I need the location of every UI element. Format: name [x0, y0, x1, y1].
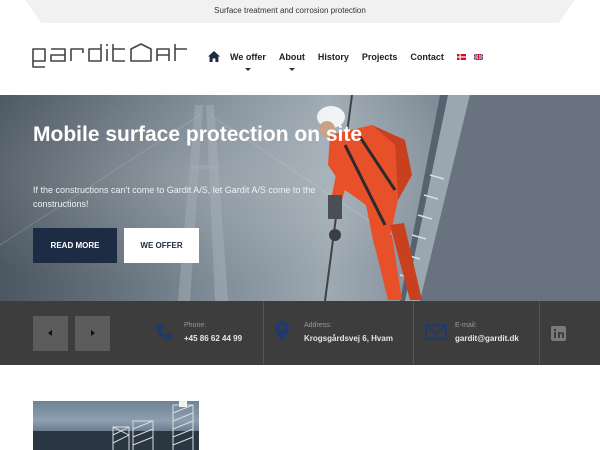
- phone-label: Phone:: [184, 322, 207, 329]
- contact-info-bar: Phone: +45 86 62 44 99 Address: Krogsgår…: [0, 301, 600, 365]
- map-pin-icon: [275, 321, 289, 341]
- top-bar: Surface treatment and corrosion protecti…: [0, 0, 600, 23]
- hero-title: Mobile surface protection on site: [33, 123, 363, 146]
- divider: [263, 301, 264, 365]
- phone-icon: [156, 324, 172, 340]
- chevron-down-icon: [288, 68, 295, 71]
- crane-photo: [33, 401, 199, 450]
- main-nav: We offer About History Projects Contact: [208, 51, 491, 72]
- envelope-icon: [425, 324, 447, 340]
- hero-subtitle: If the constructions can't come to Gardi…: [33, 185, 316, 209]
- slider-prev-button[interactable]: [33, 316, 68, 351]
- nav-projects[interactable]: Projects: [362, 52, 398, 62]
- address-label: Address:: [304, 322, 332, 329]
- nav-about[interactable]: About: [278, 52, 305, 71]
- arrow-left-icon: [48, 330, 52, 336]
- read-more-button[interactable]: READ MORE: [33, 228, 117, 263]
- nav-we-offer[interactable]: We offer: [230, 52, 266, 71]
- flag-uk-icon[interactable]: [473, 54, 483, 60]
- arrow-right-icon: [91, 330, 95, 336]
- nav-label: Contact: [410, 52, 444, 62]
- email-label: E-mail:: [455, 322, 477, 329]
- project-image[interactable]: [33, 401, 199, 450]
- nav-label: History: [317, 52, 349, 62]
- nav-history[interactable]: History: [318, 52, 349, 62]
- gardit-logo[interactable]: [31, 43, 191, 69]
- nav-contact[interactable]: Contact: [410, 52, 444, 62]
- phone-value[interactable]: +45 86 62 44 99: [184, 334, 242, 343]
- divider: [413, 301, 414, 365]
- flag-dk-icon[interactable]: [456, 54, 466, 60]
- slider-next-button[interactable]: [75, 316, 110, 351]
- chevron-down-icon: [244, 68, 251, 71]
- divider: [539, 301, 540, 365]
- address-value: Krogsgårdsvej 6, Hvam: [304, 334, 393, 343]
- linkedin-icon[interactable]: [551, 326, 566, 341]
- nav-label: We offer: [230, 52, 266, 62]
- hero-slider: Mobile surface protection on site If the…: [0, 95, 600, 301]
- we-offer-button[interactable]: WE OFFER: [124, 228, 199, 263]
- site-header: We offer About History Projects Contact: [0, 23, 600, 95]
- nav-label: About: [278, 52, 305, 62]
- email-value[interactable]: gardit@gardit.dk: [455, 334, 519, 343]
- home-icon[interactable]: [208, 51, 220, 62]
- tagline: Surface treatment and corrosion protecti…: [214, 6, 366, 15]
- nav-label: Projects: [361, 52, 398, 62]
